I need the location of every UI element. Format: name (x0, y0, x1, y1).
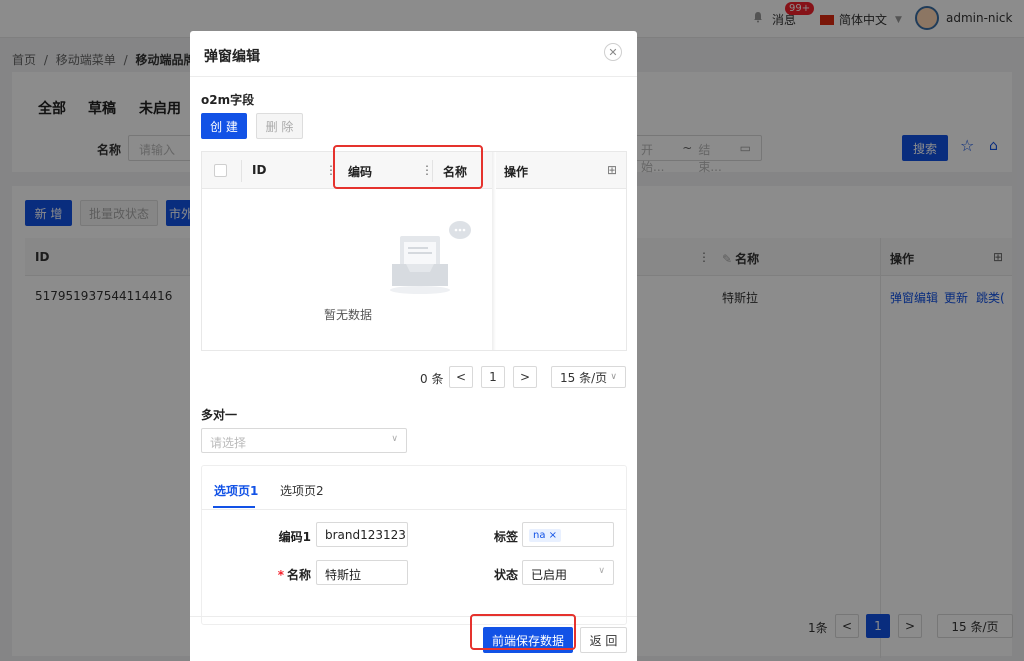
tag-chip[interactable]: na × (529, 529, 562, 542)
grid-column-id: ID (252, 163, 267, 177)
tag-remove-icon[interactable]: × (549, 530, 557, 541)
create-button[interactable]: 创 建 (201, 113, 247, 139)
grid-pager-next[interactable]: > (513, 366, 537, 388)
highlight-save-button (470, 614, 576, 650)
name-input[interactable]: 特斯拉 (316, 560, 408, 585)
close-icon[interactable]: ✕ (604, 43, 622, 61)
grid-pager-total: 0 条 (420, 372, 444, 386)
grid-pager-page[interactable]: 1 (481, 366, 505, 388)
name-label: * 名称 (266, 566, 311, 583)
empty-inbox-icon (390, 221, 471, 294)
grid-pager-size[interactable]: 15 条/页 ∨ (551, 366, 626, 388)
column-settings-icon[interactable]: ⊞ (607, 163, 617, 177)
code-input[interactable]: brand12312312 (316, 522, 408, 547)
select-all-checkbox[interactable] (214, 164, 227, 177)
edit-modal: 弹窗编辑 ✕ o2m字段 创 建 删 除 ID ⋮ 编码 ⋮ 名称 操作 ⊞ 暂… (190, 31, 637, 661)
tag-select[interactable]: na × (522, 522, 614, 547)
active-tab-indicator (213, 506, 255, 508)
highlight-code-name-columns (333, 145, 483, 189)
many-to-one-select[interactable]: 请选择 ∨ (201, 428, 407, 453)
status-select[interactable]: 已启用 ∨ (522, 560, 614, 585)
status-label: 状态 (493, 568, 518, 582)
modal-header: 弹窗编辑 ✕ (190, 31, 637, 77)
name-label-text: 名称 (286, 568, 311, 582)
many-to-one-placeholder: 请选择 (210, 436, 247, 450)
tabs-card: 选项页1 选项页2 编码1 brand12312312 标签 na × *名称 … (201, 465, 627, 625)
delete-button[interactable]: 删 除 (256, 113, 303, 139)
status-value: 已启用 (531, 568, 568, 582)
required-mark: * (277, 568, 284, 582)
tab-divider (202, 509, 626, 510)
back-button[interactable]: 返 回 (580, 627, 627, 653)
grid-column-action: 操作 (504, 165, 529, 179)
tag-label: 标签 (493, 530, 518, 544)
o2m-section-title: o2m字段 (201, 93, 255, 107)
grid-pager-prev[interactable]: < (449, 366, 473, 388)
modal-title: 弹窗编辑 (204, 49, 260, 65)
many-to-one-section-title: 多对一 (201, 408, 238, 422)
code-label: 编码1 (278, 530, 311, 544)
tag-chip-label: na (533, 530, 546, 541)
empty-text: 暂无数据 (323, 308, 372, 322)
chevron-down-icon: ∨ (610, 372, 617, 382)
grid-pager-size-label: 15 条/页 (560, 370, 608, 385)
tab-option-1[interactable]: 选项页1 (214, 482, 258, 499)
column-divider (241, 160, 242, 182)
tab-option-2[interactable]: 选项页2 (280, 482, 324, 499)
chevron-down-icon: ∨ (598, 566, 605, 576)
chevron-down-icon: ∨ (391, 434, 398, 444)
